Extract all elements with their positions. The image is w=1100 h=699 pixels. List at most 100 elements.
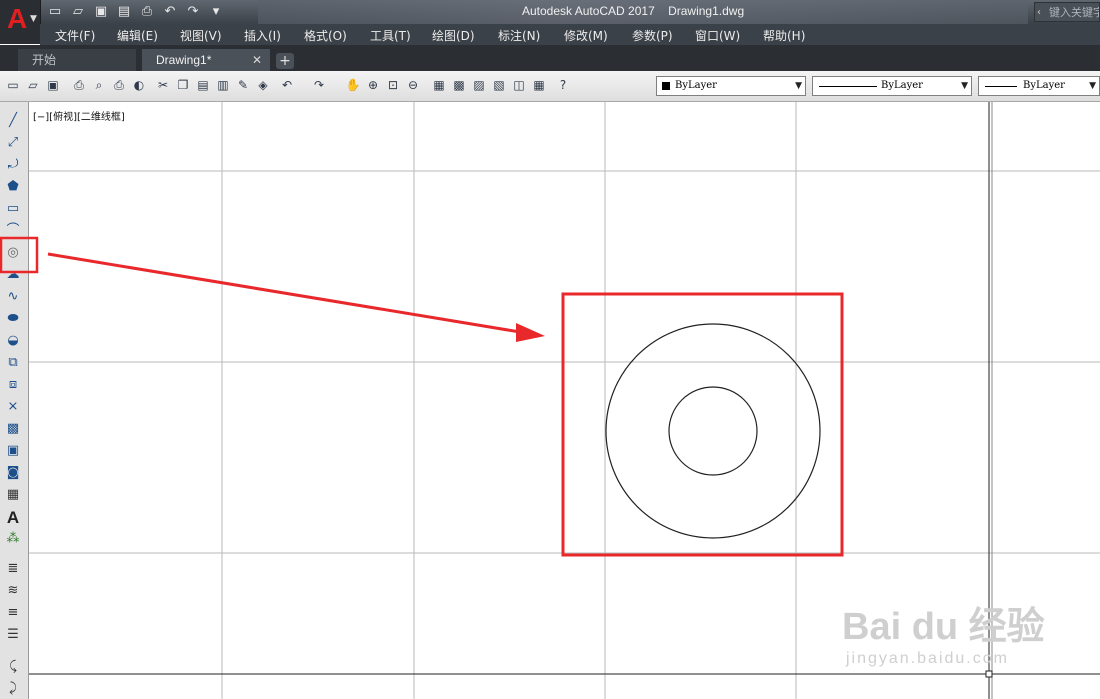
inner-circle[interactable] [668,386,758,476]
ellipse-arc-icon[interactable]: ◒ [4,332,22,350]
open-icon[interactable]: ▱ [68,2,88,22]
saveas-icon[interactable]: ▤ [114,2,134,22]
construction-line-icon[interactable]: ⤢ [4,134,22,152]
dim-aligned-icon[interactable]: ⤸ [4,680,22,698]
tab-drawing1[interactable]: Drawing1* ✕ [142,49,270,71]
make-block-icon[interactable]: ⧈ [4,376,22,394]
open-icon[interactable]: ▱ [24,76,42,94]
lineweight-control-value: ByLayer [1023,80,1065,91]
region-icon[interactable]: ◙ [4,464,22,482]
dropdown-icon[interactable]: ▾ [206,2,226,22]
baidu-watermark-url: jingyan.baidu.com [846,650,1009,667]
design-center-icon[interactable]: ▩ [450,76,468,94]
outer-circle[interactable] [605,323,821,539]
help-icon[interactable]: ? [554,76,572,94]
autocad-logo-icon: A [7,3,28,34]
application-menu-button[interactable]: A ▼ [0,0,41,44]
menu-help[interactable]: 帮助(H) [763,27,805,44]
3d-print-icon[interactable]: ◐ [130,76,148,94]
document-tab-bar: 开始 Drawing1* ✕ + [0,45,1100,71]
lineweight-preview-icon [985,86,1017,87]
crosshair-pickbox [985,670,993,678]
tab-start[interactable]: 开始 [18,49,136,71]
linetype-control-value: ByLayer [881,80,923,91]
standard-toolbar: ▭ ▱ ▣ ⎙ ⌕ ⎙ ◐ ✂ ❐ ▤ ▥ ✎ ◈ ↶ ↷ ✋ ⊕ ⊡ ⊖ ▦ … [0,71,1100,102]
paste-block-icon[interactable]: ▥ [214,76,232,94]
qnew-icon[interactable]: ▭ [4,76,22,94]
redo-icon[interactable]: ↷ [183,2,203,22]
paste-icon[interactable]: ▤ [194,76,212,94]
menu-insert[interactable]: 插入(I) [244,27,281,44]
chevron-down-icon: ▼ [795,81,802,91]
ellipse-icon[interactable]: ⬬ [4,310,22,328]
linetype-control-select[interactable]: ByLayer ▼ [812,76,972,96]
menu-edit[interactable]: 编辑(E) [117,27,158,44]
close-icon[interactable]: ✕ [252,49,262,71]
pan-icon[interactable]: ✋ [344,76,362,94]
chevron-down-icon: ▼ [961,81,968,91]
chevron-left-icon: ‹ [1037,7,1041,18]
tab-start-label: 开始 [32,53,57,67]
layer-isolate-icon[interactable]: ☰ [4,626,22,644]
layer-previous-icon[interactable]: ≋ [4,582,22,600]
gradient-icon[interactable]: ▣ [4,442,22,460]
publish-icon[interactable]: ⎙ [110,76,128,94]
tool-palettes-icon[interactable]: ▨ [470,76,488,94]
point-icon[interactable]: ⨯ [4,398,22,416]
menu-file[interactable]: 文件(F) [55,27,95,44]
plot-icon[interactable]: ⎙ [70,76,88,94]
block-editor-icon[interactable]: ◈ [254,76,272,94]
menu-modify[interactable]: 修改(M) [564,27,608,44]
match-properties-icon[interactable]: ✎ [234,76,252,94]
undo-icon[interactable]: ↶ [278,76,296,94]
save-icon[interactable]: ▣ [91,2,111,22]
chevron-down-icon: ▼ [30,14,37,24]
sheet-set-icon[interactable]: ▧ [490,76,508,94]
polyline-icon[interactable]: ⤾ [4,156,22,174]
menu-tools[interactable]: 工具(T) [370,27,411,44]
rectangle-icon[interactable]: ▭ [4,200,22,218]
undo-icon[interactable]: ↶ [160,2,180,22]
layer-match-icon[interactable]: ≡ [4,604,22,622]
viewport-controls[interactable]: [−][俯视][二维线框] [33,108,125,123]
circle-icon[interactable]: ◎ [4,244,22,262]
line-icon[interactable]: ╱ [4,112,22,130]
arc-icon[interactable]: ⌒ [4,222,22,240]
insert-block-icon[interactable]: ⧉ [4,354,22,372]
calculator-icon[interactable]: ▦ [530,76,548,94]
zoom-previous-icon[interactable]: ⊖ [404,76,422,94]
dim-linear-icon[interactable]: ⤹ [4,658,22,676]
menu-view[interactable]: 视图(V) [180,27,222,44]
menu-parametric[interactable]: 参数(P) [632,27,673,44]
layer-icon[interactable]: ≣ [4,560,22,578]
zoom-window-icon[interactable]: ⊡ [384,76,402,94]
color-control-value: ByLayer [675,80,717,91]
markup-icon[interactable]: ◫ [510,76,528,94]
menu-window[interactable]: 窗口(W) [695,27,740,44]
cut-icon[interactable]: ✂ [154,76,172,94]
zoom-realtime-icon[interactable]: ⊕ [364,76,382,94]
print-icon[interactable]: ⎙ [137,2,157,22]
new-tab-button[interactable]: + [276,53,294,69]
plot-preview-icon[interactable]: ⌕ [90,76,108,94]
menu-draw[interactable]: 绘图(D) [432,27,475,44]
new-icon[interactable]: ▭ [45,2,65,22]
text-icon[interactable]: A [4,508,22,527]
copy-icon[interactable]: ❐ [174,76,192,94]
revision-cloud-icon[interactable]: ☁ [4,266,22,284]
add-selected-icon[interactable]: ⁂ [4,530,22,548]
polygon-icon[interactable]: ⬟ [4,178,22,196]
redo-icon[interactable]: ↷ [310,76,328,94]
menu-format[interactable]: 格式(O) [304,27,347,44]
hatch-icon[interactable]: ▩ [4,420,22,438]
lineweight-control-select[interactable]: ByLayer ▼ [978,76,1100,96]
menu-dimension[interactable]: 标注(N) [498,27,540,44]
search-input[interactable]: ‹ 键入关键字 [1034,2,1100,22]
spline-icon[interactable]: ∿ [4,288,22,306]
tab-drawing1-label: Drawing1* [156,53,212,67]
color-control-select[interactable]: ByLayer ▼ [656,76,806,96]
menu-bar: 文件(F) 编辑(E) 视图(V) 插入(I) 格式(O) 工具(T) 绘图(D… [40,24,1100,45]
properties-icon[interactable]: ▦ [430,76,448,94]
table-icon[interactable]: ▦ [4,486,22,504]
save-icon[interactable]: ▣ [44,76,62,94]
